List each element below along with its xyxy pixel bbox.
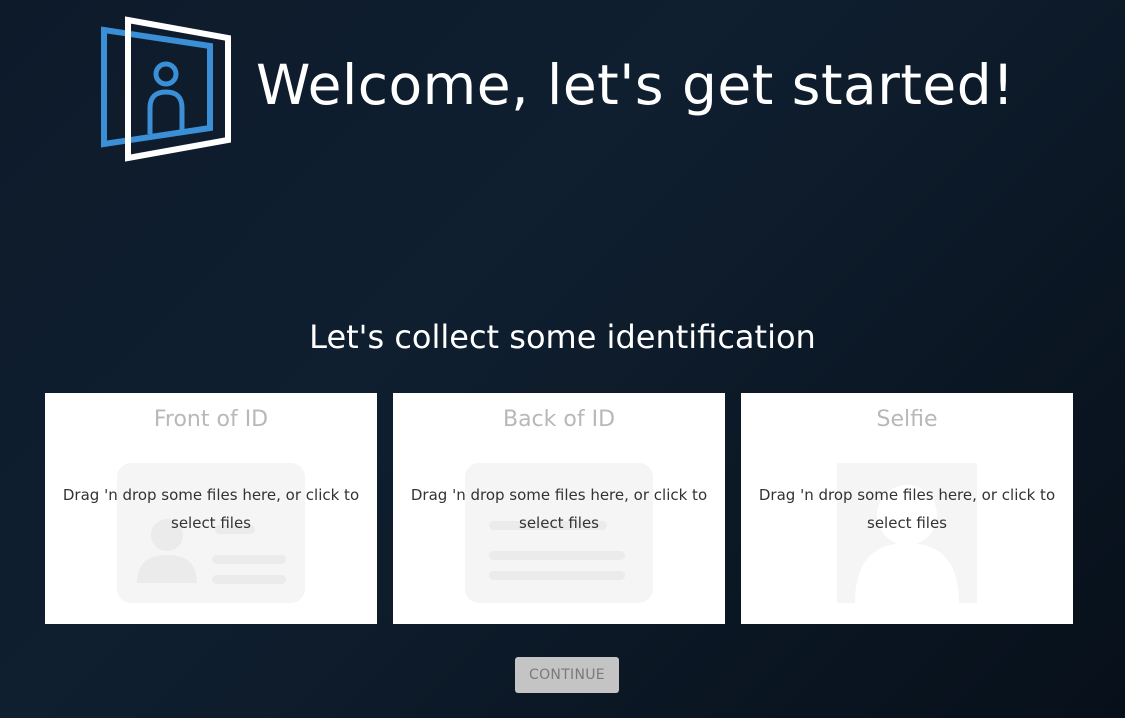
card-title-selfie: Selfie <box>876 407 938 432</box>
upload-dropzone-selfie[interactable]: Selfie Drag 'n drop some files here, or … <box>741 393 1073 624</box>
dropzone-hint-selfie: Drag 'n drop some files here, or click t… <box>758 486 1056 532</box>
card-title-back-id: Back of ID <box>502 407 616 432</box>
upload-cards: Front of ID Drag 'n drop some files here… <box>45 393 1073 624</box>
person-in-frame-logo-icon <box>101 16 231 162</box>
dropzone-hint-front-id: Drag 'n drop some files here, or click t… <box>62 486 360 532</box>
section-subtitle: Let's collect some identification <box>309 318 816 356</box>
page-title: Welcome, let's get started! <box>256 53 1015 117</box>
card-title-front-id: Front of ID <box>153 407 269 432</box>
upload-dropzone-front-id[interactable]: Front of ID Drag 'n drop some files here… <box>45 393 377 624</box>
upload-dropzone-back-id[interactable]: Back of ID Drag 'n drop some files here,… <box>393 393 725 624</box>
continue-button[interactable]: CONTINUE <box>515 657 619 693</box>
header: Welcome, let's get started! <box>100 16 1015 162</box>
dropzone-hint-back-id: Drag 'n drop some files here, or click t… <box>410 486 708 532</box>
